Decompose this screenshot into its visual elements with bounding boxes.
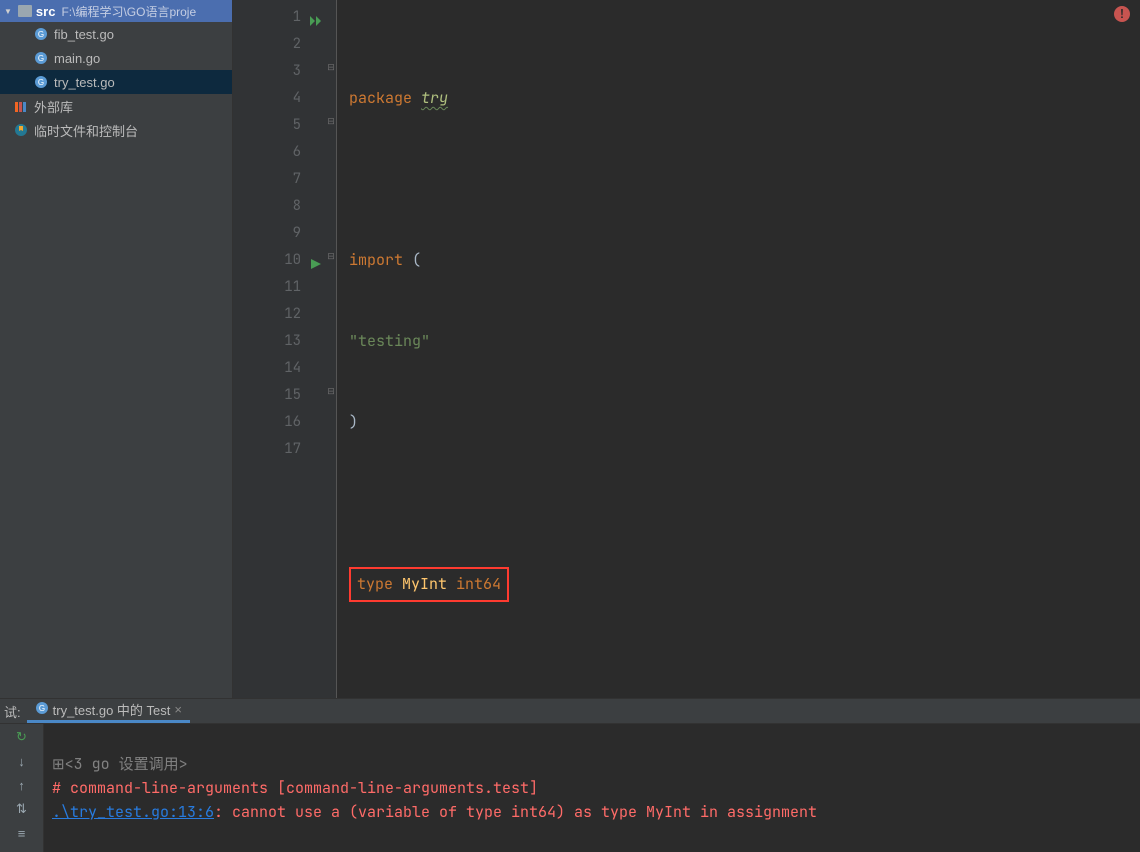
run-toolbar: ↻ ↓ ↑ ⇅ ≡ bbox=[0, 724, 44, 852]
code-editor[interactable]: 1 2 3 4 5 6 7 8 9 10 11 12 13 14 15 16 1… bbox=[233, 0, 1140, 698]
toggle-icon[interactable]: ⇅ bbox=[13, 800, 31, 818]
layout-icon[interactable]: ≡ bbox=[13, 824, 31, 842]
chevron-down-icon: ▼ bbox=[4, 7, 12, 16]
file-label: fib_test.go bbox=[54, 27, 114, 42]
svg-text:G: G bbox=[39, 704, 45, 713]
up-icon[interactable]: ↑ bbox=[13, 776, 31, 794]
external-libraries-label: 外部库 bbox=[34, 97, 73, 116]
run-panel: 试: G try_test.go 中的 Test × ↻ ↓ ↑ ⇅ ≡ ⊞<3… bbox=[0, 698, 1140, 840]
file-label: main.go bbox=[54, 51, 100, 66]
file-label: try_test.go bbox=[54, 75, 115, 90]
go-file-icon: G bbox=[34, 27, 48, 41]
project-sidebar: ▼ src F:\编程学习\GO语言proje G fib_test.go G … bbox=[0, 0, 233, 698]
svg-text:G: G bbox=[38, 78, 44, 87]
scratch-icon bbox=[14, 123, 28, 137]
svg-text:G: G bbox=[38, 30, 44, 39]
terminal-output[interactable]: ⊞<3 go 设置调用> # command-line-arguments [c… bbox=[44, 724, 1140, 852]
external-libraries[interactable]: 外部库 bbox=[0, 94, 232, 118]
file-item[interactable]: G main.go bbox=[0, 46, 232, 70]
stop-icon[interactable]: ↓ bbox=[13, 752, 31, 770]
run-test-icon[interactable] bbox=[309, 254, 323, 268]
scratches[interactable]: 临时文件和控制台 bbox=[0, 118, 232, 142]
project-root-name: src bbox=[36, 4, 56, 19]
rerun-icon[interactable]: ↻ bbox=[13, 728, 31, 746]
run-tab[interactable]: G try_test.go 中的 Test × bbox=[27, 699, 190, 723]
svg-text:G: G bbox=[38, 54, 44, 63]
run-double-icon[interactable] bbox=[309, 11, 323, 25]
highlight-box: type MyInt int64 bbox=[349, 567, 509, 602]
error-indicator-icon[interactable]: ! bbox=[1114, 6, 1130, 22]
error-link[interactable]: .\try_test.go:13:6 bbox=[52, 802, 214, 822]
scratches-label: 临时文件和控制台 bbox=[34, 121, 138, 140]
fold-column: ⊟ ⊟ ⊟ ⊟ bbox=[327, 0, 337, 698]
file-item[interactable]: G fib_test.go bbox=[0, 22, 232, 46]
run-tabbar: 试: G try_test.go 中的 Test × bbox=[0, 699, 1140, 724]
go-file-icon: G bbox=[34, 75, 48, 89]
file-item-selected[interactable]: G try_test.go bbox=[0, 70, 232, 94]
code-area[interactable]: ! package try import ( "testing" ) type … bbox=[337, 0, 1140, 698]
fold-open-icon[interactable]: ⊟ bbox=[326, 62, 336, 72]
library-icon bbox=[14, 99, 28, 113]
project-root[interactable]: ▼ src F:\编程学习\GO语言proje bbox=[0, 0, 232, 22]
fold-close-icon[interactable]: ⊟ bbox=[326, 116, 336, 126]
fold-open-icon[interactable]: ⊟ bbox=[326, 251, 336, 261]
run-label: 试: bbox=[4, 702, 21, 721]
go-file-icon: G bbox=[34, 51, 48, 65]
go-file-icon: G bbox=[35, 701, 49, 718]
folder-icon bbox=[18, 5, 32, 17]
fold-close-icon[interactable]: ⊟ bbox=[326, 386, 336, 396]
run-tab-label: try_test.go 中的 Test bbox=[53, 700, 171, 719]
project-root-path: F:\编程学习\GO语言proje bbox=[61, 3, 196, 20]
line-gutter: 1 2 3 4 5 6 7 8 9 10 11 12 13 14 15 16 1… bbox=[233, 0, 327, 698]
close-icon[interactable]: × bbox=[174, 702, 182, 717]
